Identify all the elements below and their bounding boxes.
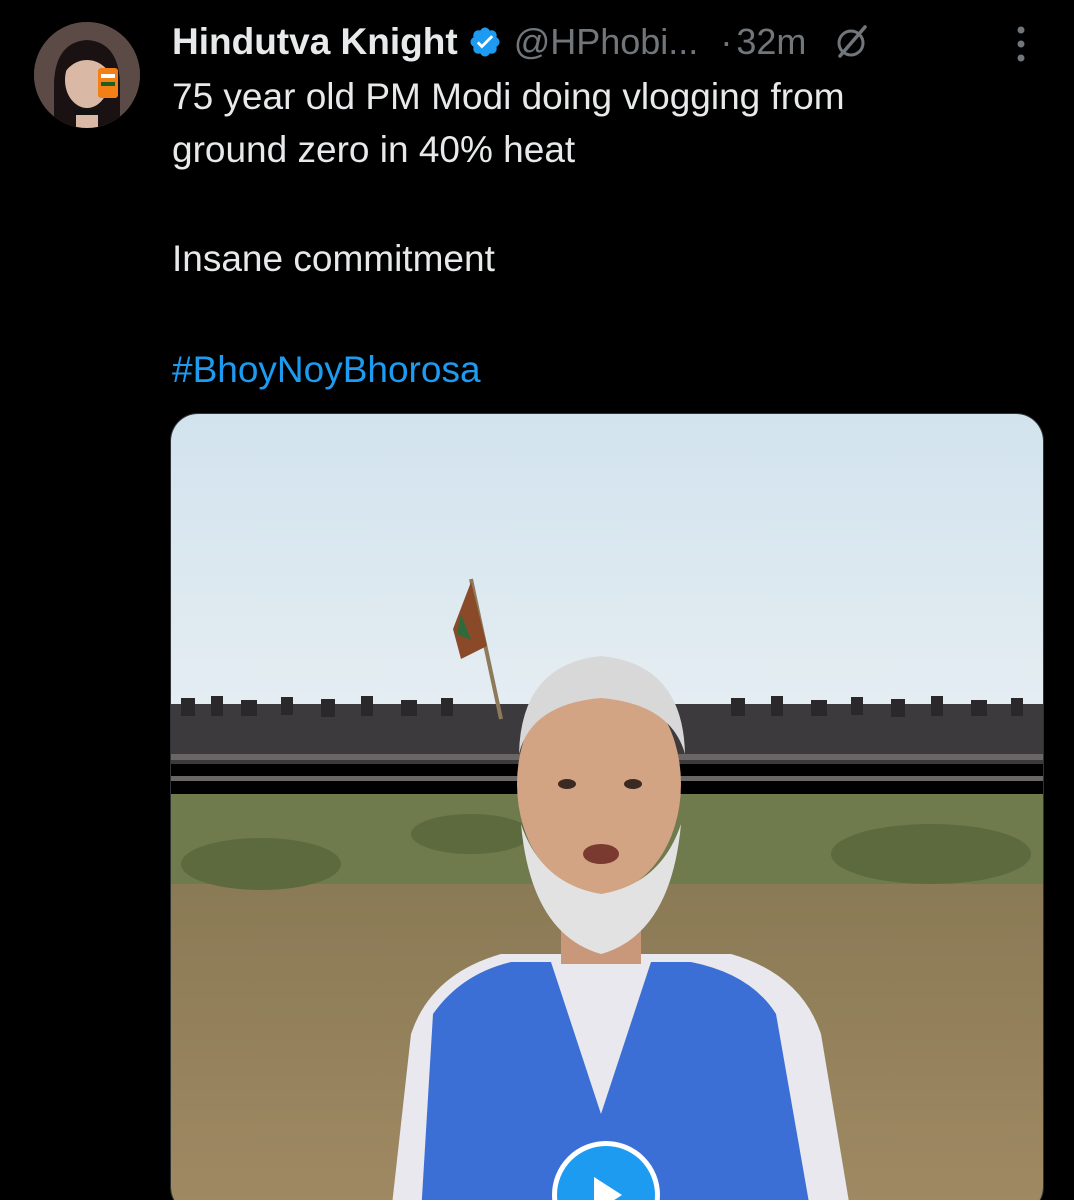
timestamp[interactable]: 32m: [736, 21, 806, 63]
hashtag-link[interactable]: #BhoyNoyBhorosa: [172, 344, 481, 396]
tweet-text-line-1: 75 year old PM Modi doing vlogging from: [172, 76, 845, 117]
tweet[interactable]: Hindutva Knight @HPhobi... · 32m 75 year…: [0, 0, 1074, 1200]
grok-slash-circle-icon[interactable]: [832, 22, 872, 62]
tweet-text-line-2: ground zero in 40% heat: [172, 129, 576, 170]
tweet-header: Hindutva Knight @HPhobi... · 32m: [172, 18, 1052, 66]
flag-badge-icon: [98, 68, 118, 98]
handle[interactable]: @HPhobi...: [514, 21, 699, 63]
video-thumbnail[interactable]: [170, 413, 1044, 1200]
tweet-text-line-3: Insane commitment: [172, 238, 495, 279]
avatar[interactable]: [34, 22, 140, 128]
vertical-ellipsis-icon[interactable]: [1006, 24, 1036, 64]
separator-dot: ·: [720, 21, 733, 62]
play-icon: [594, 1177, 622, 1200]
display-name[interactable]: Hindutva Knight: [172, 21, 458, 63]
verified-badge-icon: [468, 25, 502, 59]
